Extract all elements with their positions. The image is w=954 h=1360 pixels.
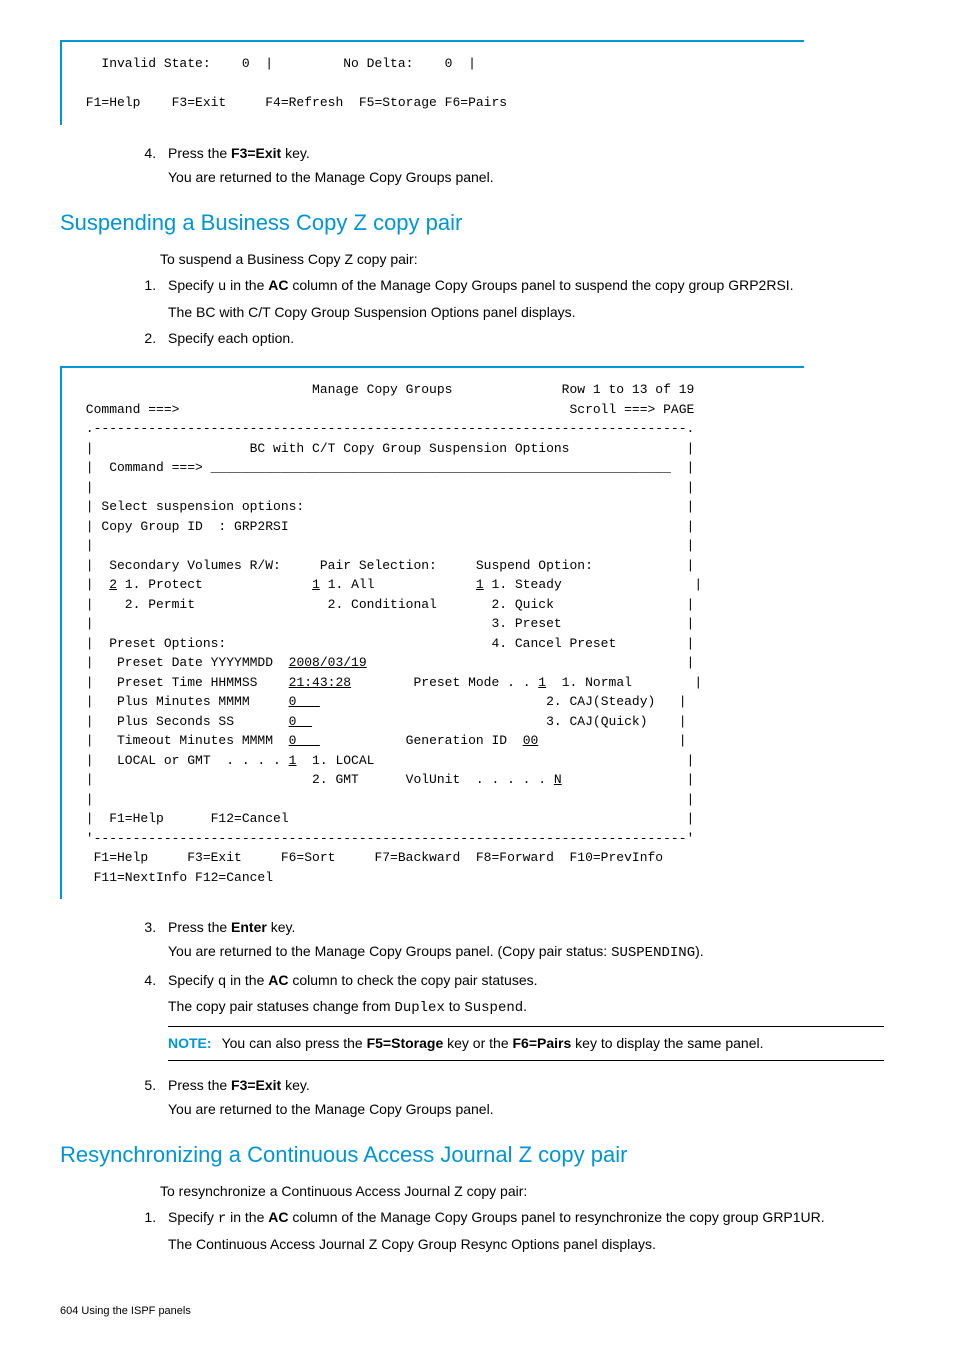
- terminal-panel-options: Manage Copy Groups Row 1 to 13 of 19 Com…: [60, 366, 804, 899]
- list-item: Specify each option.: [160, 328, 884, 348]
- step-sub: You are returned to the Manage Copy Grou…: [168, 941, 884, 963]
- list-item: Specify u in the AC column of the Manage…: [160, 275, 884, 322]
- proc-list-resync: Specify r in the AC column of the Manage…: [160, 1207, 884, 1254]
- step-sub: You are returned to the Manage Copy Grou…: [168, 1099, 884, 1119]
- list-item: Press the F3=Exit key. You are returned …: [160, 1075, 884, 1120]
- step-text: Specify each option.: [168, 330, 294, 346]
- note-label: NOTE:: [168, 1035, 212, 1051]
- step-sub: The BC with C/T Copy Group Suspension Op…: [168, 302, 884, 322]
- list-item: Specify r in the AC column of the Manage…: [160, 1207, 884, 1254]
- step-sub: You are returned to the Manage Copy Grou…: [168, 167, 884, 187]
- step-text: Specify r in the AC column of the Manage…: [168, 1209, 825, 1225]
- section-heading-suspend: Suspending a Business Copy Z copy pair: [60, 207, 884, 239]
- proc-list-suspend: Specify u in the AC column of the Manage…: [160, 275, 884, 348]
- step-text: Specify u in the AC column of the Manage…: [168, 277, 794, 293]
- list-item: Press the F3=Exit key. You are returned …: [160, 143, 884, 188]
- step-text: Press the F3=Exit key.: [168, 1077, 310, 1093]
- step-text: Press the F3=Exit key.: [168, 145, 310, 161]
- step-text: Press the Enter key.: [168, 919, 295, 935]
- step-sub: The copy pair statuses change from Duple…: [168, 996, 884, 1018]
- proc-list-suspend-cont: Press the Enter key. You are returned to…: [160, 917, 884, 1119]
- note-box: NOTE:You can also press the F5=Storage k…: [168, 1026, 884, 1060]
- list-item: Specify q in the AC column to check the …: [160, 970, 884, 1061]
- terminal-panel-top: Invalid State: 0 | No Delta: 0 | F1=Help…: [60, 40, 804, 125]
- list-item: Press the Enter key. You are returned to…: [160, 917, 884, 964]
- proc-list-top: Press the F3=Exit key. You are returned …: [160, 143, 884, 188]
- step-sub: The Continuous Access Journal Z Copy Gro…: [168, 1234, 884, 1254]
- section-heading-resync: Resynchronizing a Continuous Access Jour…: [60, 1139, 884, 1171]
- step-text: Specify q in the AC column to check the …: [168, 972, 538, 988]
- intro-text: To resynchronize a Continuous Access Jou…: [160, 1181, 884, 1201]
- page-footer: 604 Using the ISPF panels: [60, 1304, 884, 1320]
- intro-text: To suspend a Business Copy Z copy pair:: [160, 249, 884, 269]
